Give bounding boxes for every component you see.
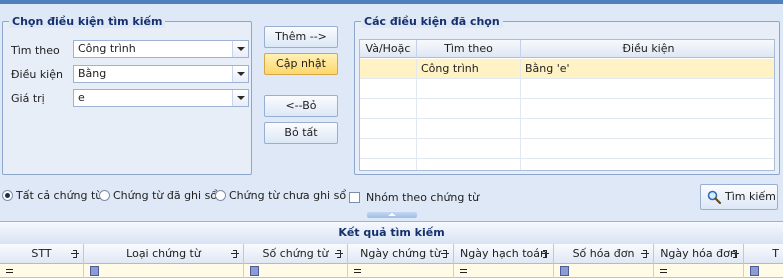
results-header: STT Loại chứng từ Số chứng từ Ngày chứng… — [0, 244, 783, 264]
remove-condition-button[interactable]: <--Bỏ — [264, 95, 338, 117]
col-andor[interactable]: Và/Hoặc — [360, 40, 417, 58]
filter-cell-truncated[interactable] — [744, 264, 783, 278]
col-truncated-label: T — [772, 247, 779, 260]
window-top-strip — [0, 0, 783, 4]
grid-header: Và/Hoặc Tìm theo Điều kiện — [360, 40, 774, 58]
find-by-combo[interactable]: Công trình — [73, 40, 249, 58]
radio-unchecked-icon[interactable] — [215, 190, 226, 201]
empty-row — [360, 139, 774, 159]
radio-all-label: Tất cả chứng từ — [16, 189, 103, 202]
col-voucher-no[interactable]: Số chứng từ — [244, 244, 348, 264]
results-title: Kết quả tìm kiếm — [0, 221, 783, 245]
condition-label: Điều kiện — [11, 68, 63, 81]
col-posting-date[interactable]: Ngày hạch toán — [454, 244, 554, 264]
search-button-label: Tìm kiếm — [725, 190, 776, 203]
search-button[interactable]: Tìm kiếm — [700, 184, 778, 210]
radio-posted-vouchers[interactable]: Chứng từ đã ghi sổ — [99, 189, 217, 203]
radio-unposted-label: Chứng từ chưa ghi sổ — [229, 189, 347, 202]
filter-equals-icon[interactable] — [354, 266, 363, 276]
col-voucher-date-label: Ngày chứng từ — [360, 247, 441, 260]
dropdown-arrow-icon[interactable] — [232, 66, 248, 82]
col-stt[interactable]: STT — [0, 244, 84, 264]
pin-icon[interactable] — [731, 250, 739, 258]
col-voucher-no-label: Số chứng từ — [262, 247, 329, 260]
col-stt-label: STT — [31, 247, 52, 260]
value-value: e — [78, 91, 85, 104]
group-by-voucher-checkbox[interactable]: Nhóm theo chứng từ — [349, 191, 479, 205]
filter-equals-icon[interactable] — [660, 266, 669, 276]
selected-conditions-title: Các điều kiện đã chọn — [361, 15, 503, 28]
selected-conditions-group: Các điều kiện đã chọn Và/Hoặc Tìm theo Đ… — [354, 15, 780, 175]
pin-icon[interactable] — [641, 250, 649, 258]
col-voucher-date[interactable]: Ngày chứng từ — [348, 244, 454, 264]
value-combo[interactable]: e — [73, 89, 249, 107]
radio-posted-label: Chứng từ đã ghi sổ — [113, 189, 218, 202]
dropdown-arrow-icon[interactable] — [232, 90, 248, 106]
condition-value: Bằng — [78, 67, 107, 80]
col-invoice-date[interactable]: Ngày hóa đơn — [654, 244, 744, 264]
filter-cell-invoice-date[interactable] — [654, 264, 744, 278]
radio-checked-icon[interactable] — [2, 190, 13, 201]
empty-row — [360, 79, 774, 99]
pin-icon[interactable] — [541, 250, 549, 258]
empty-row — [360, 159, 774, 170]
group-by-voucher-label: Nhóm theo chứng từ — [366, 191, 480, 204]
filter-cell-voucher-no[interactable] — [244, 264, 348, 278]
selected-conditions-grid: Và/Hoặc Tìm theo Điều kiện Công trình Bằ… — [359, 39, 775, 171]
filter-cell-invoice-no[interactable] — [554, 264, 654, 278]
search-condition-title: Chọn điều kiện tìm kiếm — [9, 15, 166, 28]
filter-cell-stt[interactable] — [0, 264, 84, 278]
results-filter-row — [0, 264, 783, 278]
empty-row — [360, 99, 774, 119]
col-voucher-type[interactable]: Loại chứng từ — [84, 244, 244, 264]
row-find-by: Công trình — [417, 59, 521, 79]
col-voucher-type-label: Loại chứng từ — [126, 247, 201, 260]
filter-equals-icon[interactable] — [460, 266, 469, 276]
col-posting-date-label: Ngày hạch toán — [460, 247, 547, 260]
add-condition-button[interactable]: Thêm --> — [264, 26, 338, 48]
filter-equals-icon[interactable] — [6, 266, 15, 276]
col-condition[interactable]: Điều kiện — [521, 40, 774, 58]
filter-checkbox-icon[interactable] — [90, 266, 99, 276]
radio-unposted-vouchers[interactable]: Chứng từ chưa ghi sổ — [215, 189, 346, 203]
filter-checkbox-icon[interactable] — [250, 266, 259, 276]
remove-all-button[interactable]: Bỏ tất — [264, 122, 338, 144]
radio-all-vouchers[interactable]: Tất cả chứng từ — [2, 189, 102, 203]
value-label: Giá trị — [11, 92, 45, 105]
checkbox-icon[interactable] — [349, 192, 360, 203]
row-andor — [360, 59, 417, 79]
filter-checkbox-icon[interactable] — [750, 266, 759, 276]
filter-cell-voucher-type[interactable] — [84, 264, 244, 278]
filter-checkbox-icon[interactable] — [560, 266, 569, 276]
filter-cell-voucher-date[interactable] — [348, 264, 454, 278]
condition-row[interactable]: Công trình Bằng 'e' — [360, 59, 774, 79]
col-truncated[interactable]: T — [744, 244, 783, 264]
col-invoice-no[interactable]: Số hóa đơn — [554, 244, 654, 264]
collapse-splitter-handle[interactable] — [367, 212, 417, 218]
col-find-by[interactable]: Tìm theo — [417, 40, 521, 58]
search-condition-group: Chọn điều kiện tìm kiếm Tìm theo Công tr… — [2, 15, 252, 175]
col-invoice-no-label: Số hóa đơn — [572, 247, 635, 260]
condition-combo[interactable]: Bằng — [73, 65, 249, 83]
pin-icon[interactable] — [441, 250, 449, 258]
filter-cell-posting-date[interactable] — [454, 264, 554, 278]
find-by-label: Tìm theo — [11, 44, 60, 57]
radio-unchecked-icon[interactable] — [99, 190, 110, 201]
magnifier-icon — [707, 190, 721, 204]
empty-row — [360, 119, 774, 139]
dropdown-arrow-icon[interactable] — [232, 41, 248, 57]
pin-icon[interactable] — [335, 250, 343, 258]
col-invoice-date-label: Ngày hóa đơn — [660, 247, 737, 260]
pin-icon[interactable] — [71, 250, 79, 258]
row-condition: Bằng 'e' — [525, 62, 570, 75]
update-condition-button[interactable]: Cập nhật — [264, 53, 338, 75]
find-by-value: Công trình — [78, 42, 136, 55]
pin-icon[interactable] — [231, 250, 239, 258]
